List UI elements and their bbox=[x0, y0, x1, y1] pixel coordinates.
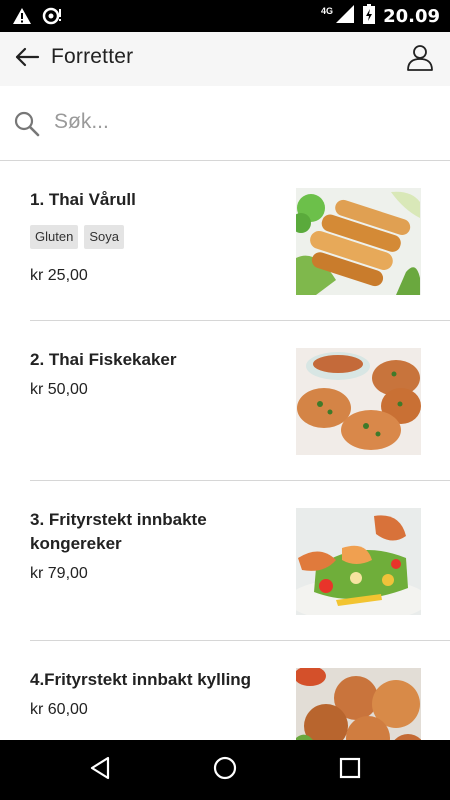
product-price: kr 50,00 bbox=[30, 381, 88, 398]
product-info: 2. Thai Fiskekaker kr 50,00 bbox=[30, 348, 275, 399]
nav-home-button[interactable] bbox=[210, 755, 240, 785]
fish-cakes-image bbox=[296, 348, 421, 455]
status-notifications bbox=[12, 6, 64, 31]
status-bar: 4G 20.09 bbox=[0, 0, 450, 32]
list-item[interactable]: 3. Frityrstekt innbakte kongereker kr 79… bbox=[0, 481, 450, 641]
product-list: 1. Thai Vårull Gluten Soya kr 25,00 2. T… bbox=[0, 161, 450, 740]
product-info: 3. Frityrstekt innbakte kongereker kr 79… bbox=[30, 508, 275, 583]
network-type: 4G bbox=[321, 5, 334, 16]
system-nav-bar bbox=[0, 740, 450, 800]
product-price: kr 79,00 bbox=[30, 565, 88, 582]
search-bar bbox=[0, 86, 450, 161]
search-input[interactable] bbox=[54, 104, 424, 140]
product-name: 2. Thai Fiskekaker bbox=[30, 350, 177, 369]
product-name: 4.Frityrstekt innbakt kylling bbox=[30, 670, 252, 689]
nav-back-button[interactable] bbox=[85, 755, 115, 785]
product-info: 1. Thai Vårull Gluten Soya kr 25,00 bbox=[30, 188, 275, 285]
product-price: kr 25,00 bbox=[30, 267, 88, 284]
circle-home-icon bbox=[213, 756, 237, 785]
app-bar: Forretter bbox=[0, 32, 450, 86]
warning-icon bbox=[12, 7, 32, 30]
allergen-tag: Soya bbox=[84, 225, 124, 249]
fried-prawns-image bbox=[296, 508, 421, 615]
arrow-left-icon bbox=[14, 47, 40, 72]
account-button[interactable] bbox=[402, 41, 438, 77]
fried-chicken-image bbox=[296, 668, 421, 740]
signal-icon bbox=[335, 4, 355, 29]
product-info: 4.Frityrstekt innbakt kylling kr 60,00 bbox=[30, 668, 275, 719]
allergen-tags: Gluten Soya bbox=[30, 225, 275, 249]
status-system: 4G 20.09 bbox=[321, 4, 440, 29]
list-item[interactable]: 4.Frityrstekt innbakt kylling kr 60,00 bbox=[0, 641, 450, 740]
product-name: 3. Frityrstekt innbakte kongereker bbox=[30, 510, 207, 553]
page-title: Forretter bbox=[51, 45, 134, 68]
product-name: 1. Thai Vårull bbox=[30, 190, 136, 209]
battery-icon bbox=[363, 4, 376, 29]
triangle-back-icon bbox=[89, 756, 111, 785]
nav-recents-button[interactable] bbox=[335, 755, 365, 785]
notification-icon bbox=[42, 6, 64, 31]
list-item[interactable]: 2. Thai Fiskekaker kr 50,00 bbox=[0, 321, 450, 481]
back-button[interactable] bbox=[10, 43, 44, 75]
user-icon bbox=[406, 43, 434, 76]
search-icon bbox=[13, 110, 41, 138]
square-recents-icon bbox=[339, 757, 361, 784]
clock: 20.09 bbox=[383, 6, 440, 27]
list-item[interactable]: 1. Thai Vårull Gluten Soya kr 25,00 bbox=[0, 161, 450, 321]
spring-rolls-image bbox=[296, 188, 421, 295]
product-price: kr 60,00 bbox=[30, 701, 88, 718]
allergen-tag: Gluten bbox=[30, 225, 79, 249]
